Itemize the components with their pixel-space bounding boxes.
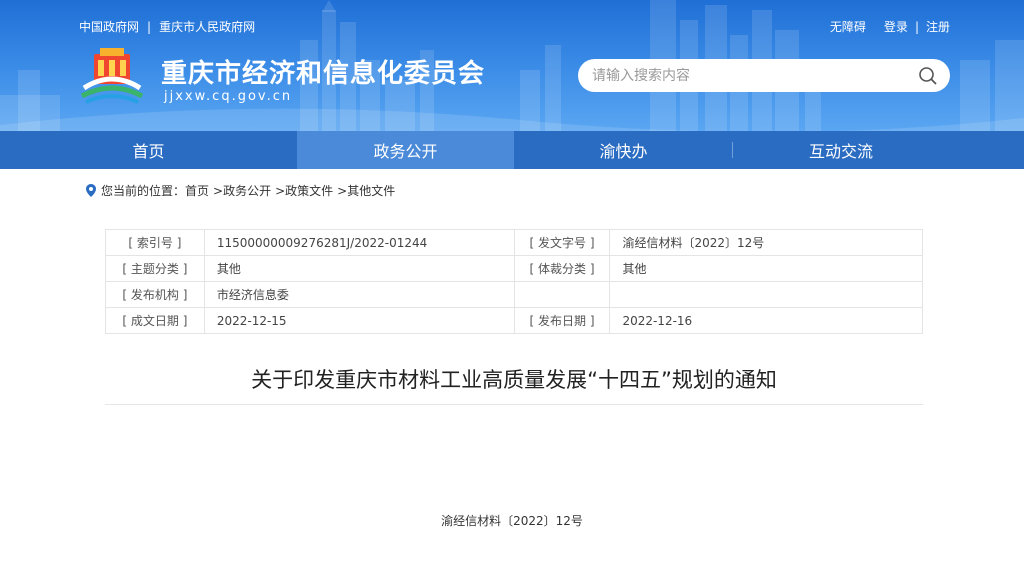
empty-cell	[513, 281, 611, 308]
document-title: 关于印发重庆市材料工业高质量发展“十四五”规划的通知	[251, 368, 777, 392]
publish-date-value: 2022-12-16	[609, 307, 923, 334]
link-gov-cn[interactable]: 中国政府网	[79, 18, 139, 35]
empty-cell	[609, 281, 923, 308]
genre-value: 其他	[609, 255, 923, 282]
nav-label: 首页	[132, 142, 165, 161]
search-box	[578, 59, 950, 92]
link-separator: |	[147, 19, 152, 34]
nav-label: 政务公开	[373, 142, 438, 161]
search-icon[interactable]	[918, 66, 938, 86]
location-pin-icon	[86, 184, 96, 197]
publisher-label: [ 发布机构 ]	[105, 281, 205, 308]
site-logo[interactable]	[80, 46, 144, 104]
register-link[interactable]: 注册	[926, 18, 950, 35]
breadcrumb-policy-docs[interactable]: >政策文件	[275, 182, 333, 199]
nav-home[interactable]: 首页	[0, 131, 297, 169]
main-nav: 首页 政务公开 渝快办 互动交流	[0, 131, 1024, 169]
breadcrumb-home[interactable]: 首页	[185, 182, 209, 199]
doc-number-value: 渝经信材料〔2022〕12号	[609, 229, 923, 256]
link-cq-gov[interactable]: 重庆市人民政府网	[159, 18, 255, 35]
table-row: [ 主题分类 ] 其他 [ 体裁分类 ] 其他	[105, 255, 923, 282]
search-input[interactable]	[592, 59, 892, 92]
table-row: [ 成文日期 ] 2022-12-15 [ 发布日期 ] 2022-12-16	[105, 307, 923, 334]
doc-number-label: [ 发文字号 ]	[513, 229, 611, 256]
nav-interaction[interactable]: 互动交流	[733, 131, 949, 169]
document-info-table: [ 索引号 ] 11500000009276281J/2022-01244 [ …	[105, 229, 923, 334]
document-number: 渝经信材料〔2022〕12号	[441, 514, 583, 528]
login-link[interactable]: 登录	[884, 18, 908, 35]
accessibility-link[interactable]: 无障碍	[830, 18, 866, 35]
account-links: 无障碍 登录 | 注册	[830, 18, 950, 35]
publish-date-label: [ 发布日期 ]	[513, 307, 611, 334]
breadcrumb-gov-affairs[interactable]: >政务公开	[213, 182, 271, 199]
nav-gov-affairs[interactable]: 政务公开	[297, 131, 514, 169]
site-domain: jjxxw.cq.gov.cn	[164, 89, 293, 104]
breadcrumb-prefix: 您当前的位置：	[101, 184, 186, 198]
nav-label: 渝快办	[599, 142, 648, 161]
written-date-value: 2022-12-15	[203, 307, 515, 334]
breadcrumb-other-docs[interactable]: >其他文件	[337, 182, 395, 199]
index-number-value: 11500000009276281J/2022-01244	[203, 229, 515, 256]
site-header: 中国政府网 | 重庆市人民政府网 无障碍 登录 | 注册 重庆市经济和信息化委员…	[0, 0, 1024, 131]
top-links: 中国政府网 | 重庆市人民政府网	[79, 18, 255, 35]
site-title[interactable]: 重庆市经济和信息化委员会	[161, 53, 485, 90]
written-date-label: [ 成文日期 ]	[105, 307, 205, 334]
nav-label: 互动交流	[808, 142, 873, 161]
title-divider	[105, 404, 923, 405]
topic-label: [ 主题分类 ]	[105, 255, 205, 282]
link-separator: |	[914, 19, 919, 34]
breadcrumb: 您当前的位置： 首页 >政务公开 >政策文件 >其他文件	[86, 182, 395, 199]
publisher-value: 市经济信息委	[203, 281, 515, 308]
nav-yukuaiban[interactable]: 渝快办	[514, 131, 733, 169]
topic-value: 其他	[203, 255, 515, 282]
table-row: [ 索引号 ] 11500000009276281J/2022-01244 [ …	[105, 229, 923, 256]
index-number-label: [ 索引号 ]	[105, 229, 205, 256]
genre-label: [ 体裁分类 ]	[513, 255, 611, 282]
table-row: [ 发布机构 ] 市经济信息委	[105, 281, 923, 308]
